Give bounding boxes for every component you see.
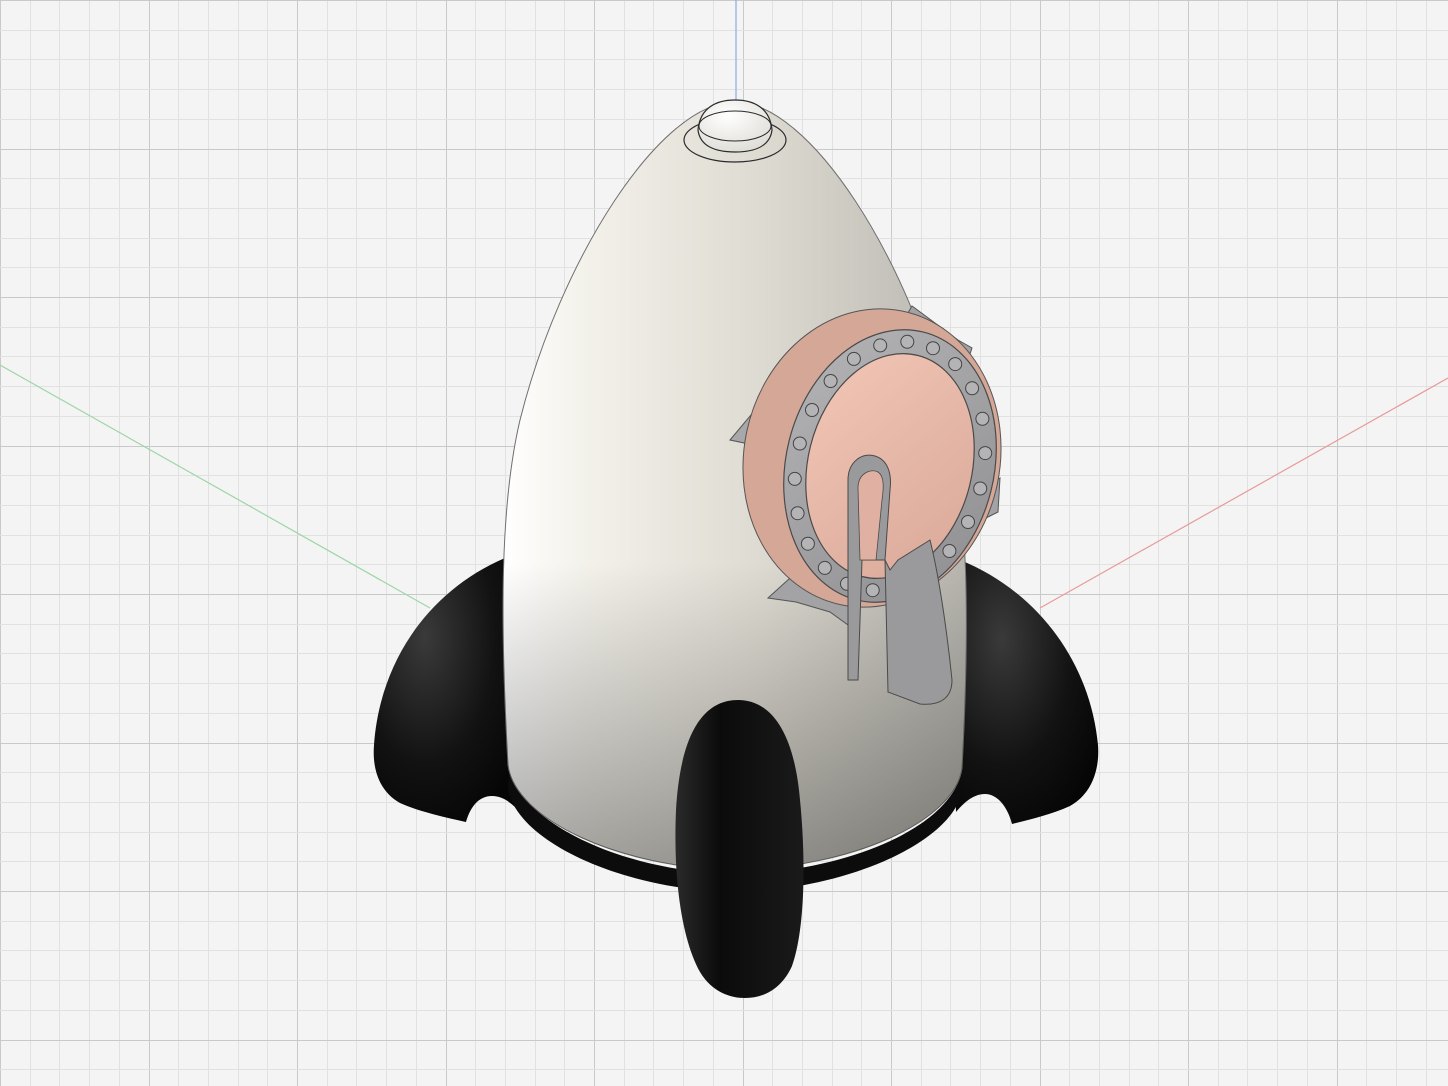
rivet: [961, 515, 975, 529]
y-axis-line: [0, 364, 431, 609]
right-fin[interactable]: [950, 560, 1099, 824]
rivet: [973, 481, 988, 496]
rivet: [790, 506, 805, 521]
3d-viewport[interactable]: [0, 0, 1448, 1086]
rivet: [805, 403, 819, 417]
rivet: [978, 446, 993, 461]
front-fin[interactable]: [675, 700, 804, 998]
x-axis-line: [1039, 377, 1448, 609]
rocket-model[interactable]: [373, 99, 1099, 998]
rivet: [846, 351, 861, 366]
rivet: [942, 544, 957, 558]
rivet: [975, 411, 990, 426]
rivet: [873, 338, 888, 353]
rivet: [787, 471, 802, 486]
rivet: [792, 436, 807, 451]
modeling-canvas[interactable]: [0, 0, 1448, 1086]
rivet: [900, 334, 915, 349]
left-fin[interactable]: [373, 558, 520, 822]
rivet: [926, 341, 940, 356]
rivet: [865, 583, 880, 598]
rivet: [965, 381, 980, 396]
rivet: [800, 536, 815, 551]
rivet: [948, 357, 963, 372]
rivet: [823, 374, 838, 388]
rivet: [817, 560, 832, 575]
